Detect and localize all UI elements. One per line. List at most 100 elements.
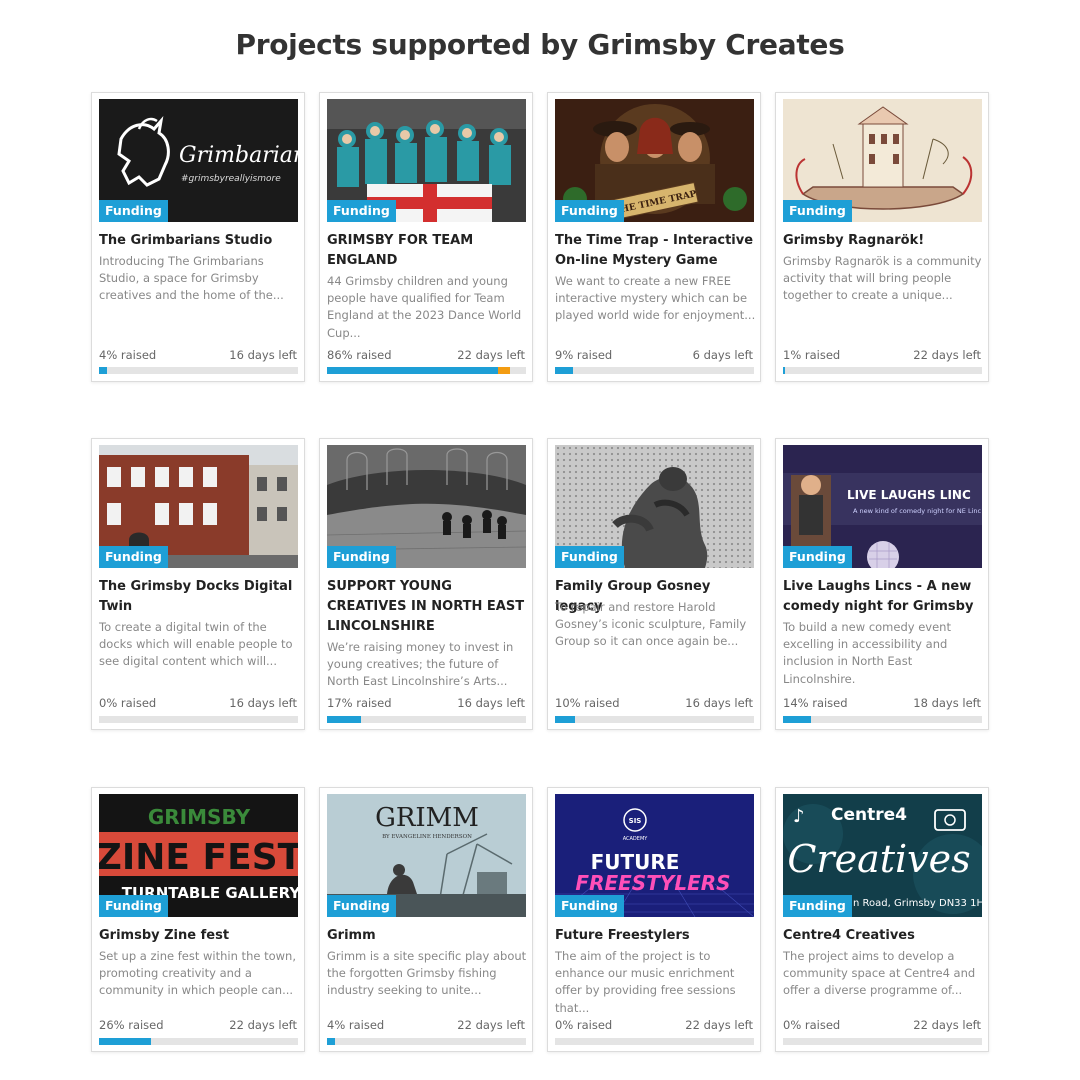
project-title[interactable]: Grimsby Ragnarök! <box>783 231 985 251</box>
days-left-text: 22 days left <box>457 1018 525 1032</box>
funding-badge: Funding <box>555 546 624 568</box>
funding-badge: Funding <box>555 200 624 222</box>
image-headline: Creatives <box>787 837 970 881</box>
progress-fill <box>783 716 811 723</box>
image-subtext: FREESTYLERS <box>575 871 730 895</box>
project-card-ragnarok[interactable]: Funding Grimsby Ragnarök! Grimsby Ragnar… <box>775 92 989 382</box>
days-left-text: 22 days left <box>913 348 981 362</box>
progress-bar <box>99 367 298 374</box>
project-title[interactable]: The Grimsby Docks Digital Twin <box>99 577 301 617</box>
raised-text: 10% raised <box>555 696 620 710</box>
image-subtext: A new kind of comedy night for NE Linc <box>853 507 982 515</box>
project-title[interactable]: Grimsby Zine fest <box>99 926 301 946</box>
funding-badge: Funding <box>99 546 168 568</box>
progress-bar <box>783 716 982 723</box>
progress-bar <box>783 1038 982 1045</box>
project-description: Set up a zine fest within the town, prom… <box>99 949 296 998</box>
funding-badge: Funding <box>555 895 624 917</box>
raised-text: 0% raised <box>555 1018 613 1032</box>
project-title[interactable]: SUPPORT YOUNG CREATIVES IN NORTH EAST LI… <box>327 577 529 637</box>
raised-text: 9% raised <box>555 348 613 362</box>
days-left-text: 22 days left <box>685 1018 753 1032</box>
project-card-grimbarians[interactable]: Grimbarians #grimsbyreallyismore Funding… <box>91 92 305 382</box>
project-description: We want to create a new FREE interactive… <box>555 274 756 323</box>
days-left-text: 22 days left <box>913 1018 981 1032</box>
funding-badge: Funding <box>327 546 396 568</box>
project-title[interactable]: Centre4 Creatives <box>783 926 985 946</box>
project-title[interactable]: The Grimbarians Studio <box>99 231 301 251</box>
project-description: To repair and restore Harold Gosney’s ic… <box>555 600 747 649</box>
progress-fill <box>327 367 499 374</box>
progress-fill <box>99 367 107 374</box>
project-description: Introducing The Grimbarians Studio, a sp… <box>99 254 284 303</box>
image-subtext: n Road, Grimsby DN33 1HE <box>853 898 982 909</box>
raised-text: 17% raised <box>327 696 392 710</box>
project-card-grimm[interactable]: GRIMM BY EVANGELINE HENDERSON Funding Gr… <box>319 787 533 1052</box>
raised-text: 4% raised <box>327 1018 385 1032</box>
image-subtext: BY EVANGELINE HENDERSON <box>382 834 472 840</box>
days-left-text: 6 days left <box>692 348 753 362</box>
svg-text:SIS: SIS <box>629 817 642 825</box>
days-left-text: 22 days left <box>457 348 525 362</box>
project-card-centre4[interactable]: ♪ Centre4 Creatives n Road, Grimsby DN33… <box>775 787 989 1052</box>
project-description: To create a digital twin of the docks wh… <box>99 620 293 669</box>
project-description: 44 Grimsby children and young people hav… <box>327 274 522 340</box>
days-left-text: 16 days left <box>229 696 297 710</box>
progress-overfund <box>498 367 511 374</box>
raised-text: 14% raised <box>783 696 848 710</box>
days-left-text: 16 days left <box>685 696 753 710</box>
funding-badge: Funding <box>99 200 168 222</box>
project-card-docks-twin[interactable]: Funding The Grimsby Docks Digital Twin T… <box>91 438 305 730</box>
progress-fill <box>327 1038 335 1045</box>
funding-badge: Funding <box>783 200 852 222</box>
progress-bar <box>555 716 754 723</box>
progress-bar <box>555 1038 754 1045</box>
project-card-team-england[interactable]: Funding GRIMSBY FOR TEAM ENGLAND 44 Grim… <box>319 92 533 382</box>
progress-fill <box>555 367 573 374</box>
project-card-zine-fest[interactable]: GRIMSBY ZINE FEST TURNTABLE GALLERY Fund… <box>91 787 305 1052</box>
progress-fill <box>327 716 361 723</box>
project-title[interactable]: Live Laughs Lincs - A new comedy night f… <box>783 577 985 617</box>
progress-bar <box>327 1038 526 1045</box>
svg-text:♪: ♪ <box>793 806 805 827</box>
days-left-text: 16 days left <box>229 348 297 362</box>
project-title[interactable]: Future Freestylers <box>555 926 757 946</box>
image-label: ACADEMY <box>623 836 649 842</box>
project-title[interactable]: GRIMSBY FOR TEAM ENGLAND <box>327 231 529 271</box>
progress-bar <box>327 367 526 374</box>
image-text: LIVE LAUGHS LINC <box>847 488 971 502</box>
image-text: GRIMM <box>375 803 479 833</box>
progress-bar <box>327 716 526 723</box>
progress-bar <box>783 367 982 374</box>
project-description: The project aims to develop a community … <box>783 949 976 998</box>
progress-bar <box>99 716 298 723</box>
raised-text: 4% raised <box>99 348 157 362</box>
project-card-time-trap[interactable]: THE TIME TRAP Funding The Time Trap - In… <box>547 92 761 382</box>
project-title[interactable]: The Time Trap - Interactive On-line Myst… <box>555 231 757 271</box>
project-card-live-laughs[interactable]: LIVE LAUGHS LINC A new kind of comedy ni… <box>775 438 989 730</box>
funding-badge: Funding <box>99 895 168 917</box>
project-description: Grimm is a site specific play about the … <box>327 949 527 998</box>
image-headline: ZINE FEST <box>99 837 298 878</box>
days-left-text: 18 days left <box>913 696 981 710</box>
progress-fill <box>783 367 785 374</box>
days-left-text: 16 days left <box>457 696 525 710</box>
raised-text: 26% raised <box>99 1018 164 1032</box>
logo-text: Grimbarians <box>179 143 298 168</box>
project-card-gosney[interactable]: Funding Family Group Gosney legacy To re… <box>547 438 761 730</box>
funding-badge: Funding <box>783 546 852 568</box>
logo-tagline: #grimsbyreallyismore <box>181 174 281 184</box>
raised-text: 86% raised <box>327 348 392 362</box>
project-card-future-freestylers[interactable]: SIS ACADEMY FUTURE FREESTYLERS Funding F… <box>547 787 761 1052</box>
project-description: To build a new comedy event excelling in… <box>783 620 951 686</box>
project-description: Grimsby Ragnarök is a community activity… <box>783 254 982 303</box>
progress-fill <box>555 716 575 723</box>
funding-badge: Funding <box>327 895 396 917</box>
project-description: The aim of the project is to enhance our… <box>555 949 736 1015</box>
project-card-young-creatives[interactable]: Funding SUPPORT YOUNG CREATIVES IN NORTH… <box>319 438 533 730</box>
progress-bar <box>99 1038 298 1045</box>
raised-text: 0% raised <box>99 696 157 710</box>
project-title[interactable]: Grimm <box>327 926 529 946</box>
days-left-text: 22 days left <box>229 1018 297 1032</box>
progress-bar <box>555 367 754 374</box>
